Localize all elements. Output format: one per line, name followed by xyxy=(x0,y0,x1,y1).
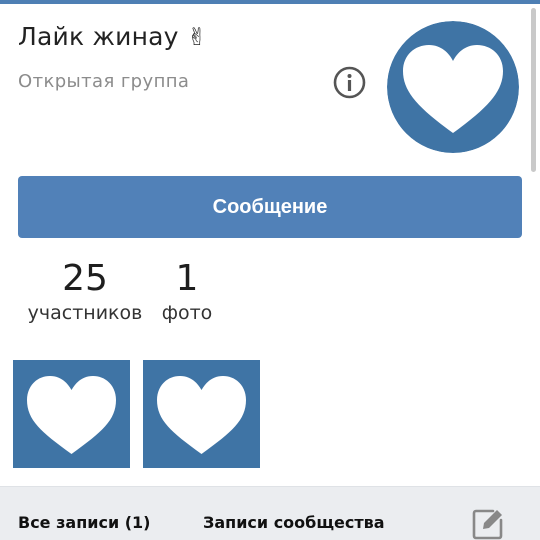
group-type-label: Открытая группа xyxy=(18,71,190,92)
edit-button[interactable] xyxy=(471,507,505,540)
info-icon xyxy=(333,66,366,99)
group-avatar[interactable] xyxy=(387,21,519,153)
tab-all-posts[interactable]: Все записи (1) xyxy=(18,513,150,532)
group-title: Лайк жинау ✌ xyxy=(18,22,207,51)
photos-counter[interactable]: 1 фото xyxy=(158,258,216,324)
victory-hand-icon: ✌ xyxy=(186,23,208,51)
photos-count: 1 xyxy=(175,258,199,299)
photo-thumbnail[interactable] xyxy=(13,360,130,468)
top-bar-strip xyxy=(0,0,540,4)
info-button[interactable] xyxy=(333,66,366,99)
group-page: Лайк жинау ✌ Открытая группа Сообщение 2… xyxy=(0,0,540,540)
wall-tabs-bar: Все записи (1) Записи сообщества xyxy=(0,486,540,540)
message-button[interactable]: Сообщение xyxy=(18,176,522,238)
members-count: 25 xyxy=(62,258,108,299)
heart-icon xyxy=(13,360,130,468)
scrollbar[interactable] xyxy=(531,8,536,172)
tab-community-posts[interactable]: Записи сообщества xyxy=(203,513,385,532)
photos-label: фото xyxy=(161,302,213,324)
edit-icon xyxy=(472,509,503,540)
members-counter[interactable]: 25 участников xyxy=(26,258,144,324)
heart-icon xyxy=(387,21,519,153)
photo-thumbnail[interactable] xyxy=(143,360,260,468)
heart-icon xyxy=(143,360,260,468)
group-name-text: Лайк жинау xyxy=(18,22,179,51)
members-label: участников xyxy=(27,302,143,324)
